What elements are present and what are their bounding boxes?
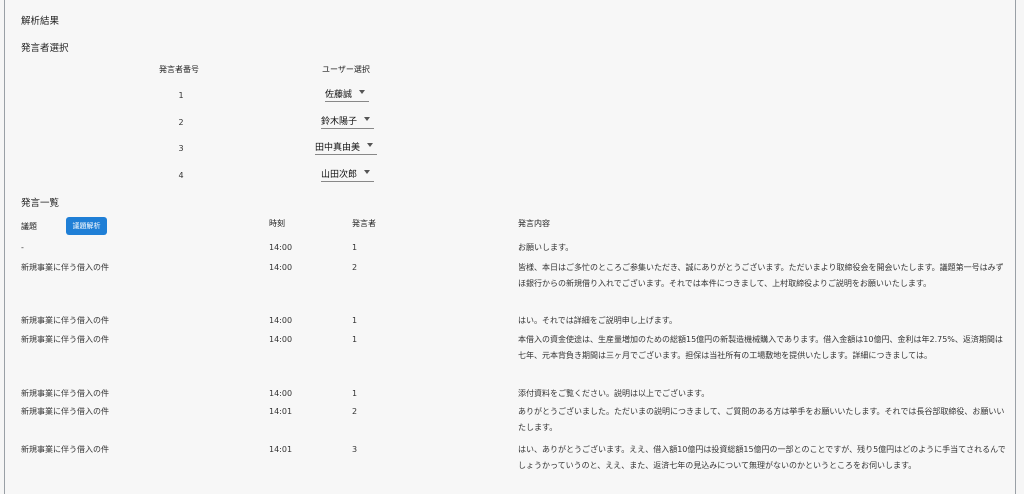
speaker-number: 3 xyxy=(178,144,184,153)
content-header: 発言内容 xyxy=(518,219,550,228)
row-speaker: 1 xyxy=(352,389,358,398)
row-content: はい、ありがとうございます。ええ、借入額10億円は投資総額15億円の一部とのこと… xyxy=(518,445,1006,470)
user-select-value: 山田次郎 xyxy=(321,169,358,180)
caret-down-icon xyxy=(364,117,371,121)
user-select-1[interactable]: 佐藤誠 xyxy=(325,85,370,102)
row-speaker: 3 xyxy=(352,445,358,454)
caret-down-icon xyxy=(359,90,366,94)
caret-down-icon xyxy=(367,143,374,147)
row-topic: 新規事業に伴う借入の件 xyxy=(21,316,109,325)
row-content: 本借入の資金使途は、生産量増加のための総額15億円の新製造機械購入であります。借… xyxy=(518,335,1003,360)
row-time: 14:01 xyxy=(269,407,293,416)
speaker-header: 発言者 xyxy=(352,219,376,228)
row-time: 14:00 xyxy=(269,263,293,272)
user-select-4[interactable]: 山田次郎 xyxy=(321,165,375,182)
user-select-header: ユーザー選択 xyxy=(322,65,370,74)
user-select-value: 佐藤誠 xyxy=(325,89,353,100)
row-content: 皆様、本日はご多忙のところご参集いただき、誠にありがとうございます。ただいまより… xyxy=(518,263,1004,288)
row-topic: 新規事業に伴う借入の件 xyxy=(21,407,109,416)
row-content: お願いします。 xyxy=(518,243,574,252)
row-content: ありがとうございました。ただいまの説明につきまして、ご質問のある方は挙手をお願い… xyxy=(518,407,1005,432)
row-content: はい。それでは詳細をご説明申し上げます。 xyxy=(518,316,677,325)
caret-down-icon xyxy=(364,170,371,174)
topic-analyze-button[interactable]: 議題解析 xyxy=(66,217,107,235)
row-topic: 新規事業に伴う借入の件 xyxy=(21,445,109,454)
speaker-number: 4 xyxy=(178,171,184,180)
time-header: 時刻 xyxy=(269,219,285,228)
page-title: 解析結果 xyxy=(21,16,60,27)
row-time: 14:00 xyxy=(269,316,293,325)
row-topic: 新規事業に伴う借入の件 xyxy=(21,389,109,398)
list-section-title: 発言一覧 xyxy=(21,198,60,209)
user-select-2[interactable]: 鈴木陽子 xyxy=(321,112,375,129)
row-speaker: 1 xyxy=(352,316,358,325)
row-speaker: 2 xyxy=(352,407,358,416)
main-panel: 解析結果 発言者選択 発言者番号 ユーザー選択 1 佐藤誠 2 鈴木陽子 3 田… xyxy=(4,0,1016,494)
row-speaker: 2 xyxy=(352,263,358,272)
row-topic: - xyxy=(21,243,24,252)
speaker-number: 1 xyxy=(178,91,184,100)
row-speaker: 1 xyxy=(352,335,358,344)
row-topic: 新規事業に伴う借入の件 xyxy=(21,335,109,344)
speaker-number-header: 発言者番号 xyxy=(159,65,199,74)
speaker-number: 2 xyxy=(178,118,184,127)
row-time: 14:00 xyxy=(269,243,293,252)
user-select-3[interactable]: 田中真由美 xyxy=(315,138,378,155)
row-speaker: 1 xyxy=(352,243,358,252)
topic-header: 議題 xyxy=(21,222,37,231)
row-content: 添付資料をご覧ください。説明は以上でございます。 xyxy=(518,389,710,398)
user-select-value: 田中真由美 xyxy=(315,142,361,153)
row-time: 14:01 xyxy=(269,445,293,454)
row-time: 14:00 xyxy=(269,335,293,344)
row-topic: 新規事業に伴う借入の件 xyxy=(21,263,109,272)
speaker-section-title: 発言者選択 xyxy=(21,43,69,54)
user-select-value: 鈴木陽子 xyxy=(321,116,358,127)
row-time: 14:00 xyxy=(269,389,293,398)
